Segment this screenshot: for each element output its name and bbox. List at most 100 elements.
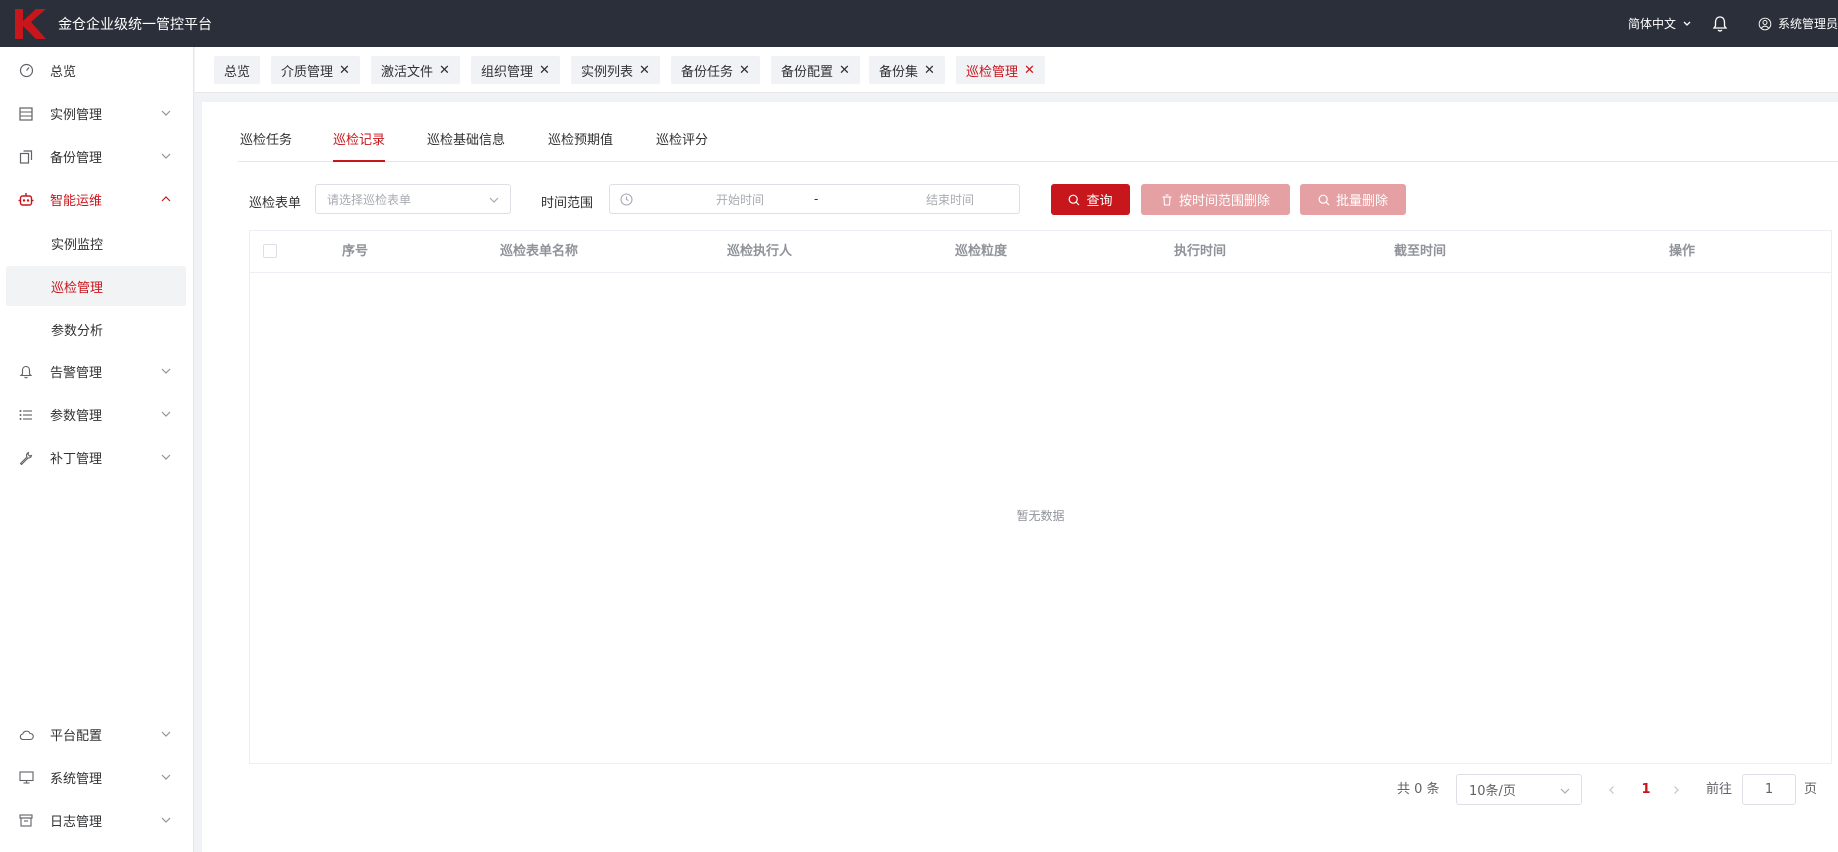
next-page-button[interactable]	[1666, 774, 1686, 805]
batch-delete-label: 批量删除	[1335, 194, 1388, 209]
tab-inspection-task[interactable]: 巡检任务	[240, 126, 292, 162]
tab-inspection-basic-info[interactable]: 巡检基础信息	[427, 126, 505, 162]
close-icon[interactable]: ✕	[1024, 63, 1035, 78]
tag-label: 组织管理	[481, 64, 534, 80]
sidebar-subitem-label: 实例监控	[51, 237, 104, 253]
column-header: 截至时间	[1394, 244, 1447, 259]
tab-inspection-score[interactable]: 巡检评分	[656, 126, 708, 162]
chevron-down-icon	[489, 197, 499, 203]
kingbase-logo-icon[interactable]	[8, 4, 52, 44]
close-icon[interactable]: ✕	[839, 63, 850, 78]
language-switcher[interactable]: 简体中文	[1628, 15, 1692, 32]
archive-icon	[18, 813, 34, 829]
trash-icon	[1162, 193, 1172, 206]
tag-inspection[interactable]: 巡检管理 ✕	[956, 56, 1045, 84]
cloud-icon	[18, 727, 34, 743]
dashboard-icon	[18, 63, 34, 79]
clock-icon	[620, 193, 633, 206]
sidebar-item-overview[interactable]: 总览	[0, 49, 194, 92]
sidebar-item-params[interactable]: 参数管理	[0, 393, 194, 436]
close-icon[interactable]: ✕	[339, 63, 350, 78]
tag-overview[interactable]: 总览	[214, 56, 261, 84]
tab-inspection-record[interactable]: 巡检记录	[333, 126, 386, 162]
sidebar-item-label: 智能运维	[50, 194, 103, 209]
list-icon	[18, 106, 34, 122]
user-menu[interactable]: 系统管理员	[1758, 15, 1838, 33]
close-icon[interactable]: ✕	[924, 63, 935, 78]
tag-instance-list[interactable]: 实例列表 ✕	[571, 56, 660, 84]
column-header: 执行时间	[1174, 244, 1227, 259]
select-all-checkbox[interactable]	[263, 244, 277, 258]
prev-page-button[interactable]	[1602, 774, 1622, 805]
user-name: 系统管理员	[1777, 17, 1838, 31]
sidebar-subitem-label: 巡检管理	[51, 280, 104, 296]
chevron-down-icon	[161, 368, 171, 374]
close-icon[interactable]: ✕	[639, 63, 650, 78]
sidebar-subitem-instance-monitor[interactable]: 实例监控	[6, 223, 186, 263]
sidebar-item-label: 总览	[50, 65, 77, 80]
sidebar-item-label: 备份管理	[50, 151, 103, 166]
chevron-down-icon	[1560, 788, 1570, 794]
sidebar-item-patch[interactable]: 补丁管理	[0, 436, 194, 479]
notification-bell-icon[interactable]	[1710, 14, 1730, 34]
close-icon[interactable]: ✕	[739, 63, 750, 78]
form-select-placeholder: 请选择巡检表单	[327, 192, 412, 207]
batch-delete-button[interactable]: 批量删除	[1300, 184, 1406, 215]
chevron-down-icon	[161, 454, 171, 460]
inspection-record-table: 序号 巡检表单名称 巡检执行人 巡检粒度 执行时间 截至时间 操作 暂无数据	[249, 230, 1832, 764]
form-select[interactable]: 请选择巡检表单	[315, 184, 511, 214]
sidebar-item-label: 告警管理	[50, 366, 103, 381]
app-title: 金仓企业级统一管控平台	[58, 16, 212, 33]
sidebar-subitem-param-analysis[interactable]: 参数分析	[6, 309, 186, 349]
sidebar-item-system[interactable]: 系统管理	[0, 756, 194, 799]
page-size-select[interactable]: 10条/页	[1456, 774, 1582, 805]
chevron-down-icon	[161, 110, 171, 116]
tag-media[interactable]: 介质管理 ✕	[271, 56, 360, 84]
sidebar-item-platform-config[interactable]: 平台配置	[0, 713, 194, 756]
sidebar-item-label: 日志管理	[50, 815, 103, 830]
sidebar-item-label: 实例管理	[50, 108, 103, 123]
tag-backup-task[interactable]: 备份任务 ✕	[671, 56, 760, 84]
delete-by-range-button[interactable]: 按时间范围删除	[1141, 184, 1290, 215]
tab-inspection-expected[interactable]: 巡检预期值	[548, 126, 613, 162]
menu-list-icon	[18, 407, 34, 423]
chevron-down-icon	[161, 731, 171, 737]
page-suffix: 页	[1804, 782, 1818, 797]
tag-activation[interactable]: 激活文件 ✕	[371, 56, 460, 84]
end-time-input[interactable]: 结束时间	[890, 191, 1010, 208]
copy-icon	[18, 149, 34, 165]
chevron-down-icon	[161, 774, 171, 780]
page-number-current[interactable]: 1	[1636, 774, 1656, 805]
user-avatar-icon	[1758, 17, 1772, 30]
tag-label: 总览	[224, 64, 251, 80]
query-button-label: 查询	[1086, 194, 1113, 209]
sidebar-item-smart-ops[interactable]: 智能运维	[0, 178, 194, 221]
query-button[interactable]: 查询	[1051, 184, 1130, 215]
tag-label: 备份集	[879, 64, 919, 80]
close-icon[interactable]: ✕	[439, 63, 450, 78]
robot-icon	[18, 192, 34, 208]
time-range-picker[interactable]: 开始时间 - 结束时间	[609, 184, 1020, 214]
column-header: 操作	[1669, 244, 1696, 259]
sidebar-subitem-inspection[interactable]: 巡检管理	[6, 266, 186, 306]
column-header: 巡检执行人	[727, 244, 793, 259]
range-separator: -	[814, 192, 819, 206]
chevron-down-icon	[1683, 21, 1691, 26]
sidebar-item-log[interactable]: 日志管理	[0, 799, 194, 842]
chevron-right-icon	[1674, 785, 1679, 794]
goto-page-input[interactable]	[1742, 774, 1796, 805]
sidebar-item-alarm[interactable]: 告警管理	[0, 350, 194, 393]
sidebar-item-label: 系统管理	[50, 772, 103, 787]
sidebar-item-instance[interactable]: 实例管理	[0, 92, 194, 135]
search-icon	[1318, 194, 1330, 205]
tag-org[interactable]: 组织管理 ✕	[471, 56, 560, 84]
sidebar-item-label: 补丁管理	[50, 452, 103, 467]
table-header: 序号 巡检表单名称 巡检执行人 巡检粒度 执行时间 截至时间 操作	[250, 231, 1831, 273]
close-icon[interactable]: ✕	[539, 63, 550, 78]
tag-backup-config[interactable]: 备份配置 ✕	[771, 56, 860, 84]
tab-label: 巡检基础信息	[427, 133, 506, 148]
tag-backup-set[interactable]: 备份集 ✕	[869, 56, 945, 84]
search-icon	[1069, 194, 1080, 205]
start-time-input[interactable]: 开始时间	[680, 191, 800, 208]
sidebar-item-backup[interactable]: 备份管理	[0, 135, 194, 178]
